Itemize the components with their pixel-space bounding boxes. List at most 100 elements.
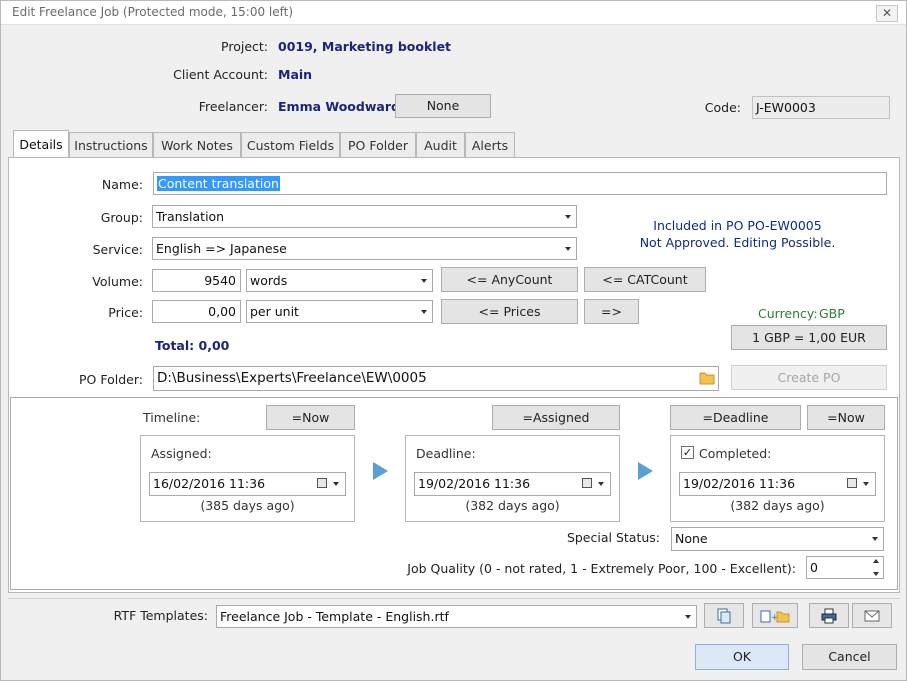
- job-quality-label: Job Quality (0 - not rated, 1 - Extremel…: [407, 561, 796, 576]
- add-folder-button[interactable]: +: [752, 603, 798, 628]
- create-po-button[interactable]: Create PO: [731, 365, 887, 390]
- set-completed-deadline-button[interactable]: =Deadline: [670, 405, 801, 430]
- close-icon: ✕: [881, 6, 893, 20]
- volume-unit-value: words: [250, 273, 288, 288]
- freelancer-label: Freelancer:: [198, 99, 268, 114]
- footer-divider: [8, 598, 900, 599]
- completed-box: ✓ Completed: 19/02/2016 11:36 (382 days …: [670, 435, 885, 522]
- arrow-right-icon: [373, 462, 388, 480]
- rtf-template-select[interactable]: Freelance Job - Template - English.rtf: [216, 605, 697, 628]
- apply-price-arrow-button[interactable]: =>: [584, 299, 639, 324]
- volume-label: Volume:: [92, 274, 143, 289]
- completed-date-value: 19/02/2016 11:36: [683, 476, 796, 491]
- chevron-down-icon: [565, 246, 571, 251]
- deadline-date-field[interactable]: 19/02/2016 11:36: [414, 472, 611, 496]
- special-status-label: Special Status:: [566, 530, 660, 545]
- special-status-value: None: [675, 531, 708, 546]
- chevron-down-icon: [421, 309, 427, 314]
- spin-up-icon[interactable]: [873, 559, 879, 563]
- add-folder-icon: +: [760, 610, 790, 623]
- service-label: Service:: [92, 242, 143, 257]
- name-field[interactable]: Content translation: [153, 172, 887, 195]
- price-field[interactable]: 0,00: [152, 300, 241, 323]
- tab-details[interactable]: Details: [13, 130, 69, 157]
- deadline-box: Deadline: 19/02/2016 11:36 (382 days ago…: [405, 435, 620, 522]
- group-select[interactable]: Translation: [152, 205, 577, 228]
- po-folder-value: D:\Business\Experts\Freelance\EW\0005: [157, 370, 427, 386]
- total-value: Total: 0,00: [155, 338, 230, 353]
- price-unit-value: per unit: [250, 304, 299, 319]
- job-quality-spinner[interactable]: 0: [806, 556, 884, 579]
- currency-value: GBP: [819, 306, 845, 321]
- calendar-icon[interactable]: [317, 478, 327, 488]
- special-status-select[interactable]: None: [671, 527, 884, 551]
- project-value: 0019, Marketing booklet: [278, 39, 452, 54]
- printer-icon: [821, 608, 837, 624]
- spin-down-icon[interactable]: [873, 572, 879, 576]
- project-label: Project:: [221, 39, 268, 54]
- chevron-down-icon: [421, 278, 427, 283]
- title-bar: Edit Freelance Job (Protected mode, 15:0…: [1, 1, 906, 25]
- assigned-now-button[interactable]: =Now: [266, 405, 355, 430]
- deadline-date-value: 19/02/2016 11:36: [418, 476, 531, 491]
- po-info-line1: Included in PO PO-EW0005: [653, 218, 822, 233]
- print-button[interactable]: [809, 603, 849, 628]
- po-info-line2: Not Approved. Editing Possible.: [639, 235, 836, 250]
- assigned-date-value: 16/02/2016 11:36: [153, 476, 266, 491]
- tab-alerts[interactable]: Alerts: [465, 132, 515, 158]
- email-button[interactable]: [852, 603, 892, 628]
- po-folder-field[interactable]: D:\Business\Experts\Freelance\EW\0005: [153, 366, 719, 391]
- arrow-right-icon: [638, 462, 653, 480]
- po-folder-label: PO Folder:: [79, 372, 143, 387]
- calendar-icon[interactable]: [582, 478, 592, 488]
- ok-button[interactable]: OK: [695, 644, 789, 670]
- tab-work-notes[interactable]: Work Notes: [153, 132, 241, 158]
- copy-document-icon: [717, 608, 731, 624]
- assigned-date-field[interactable]: 16/02/2016 11:36: [149, 472, 346, 496]
- chevron-down-icon: [872, 537, 878, 541]
- job-quality-value: 0: [810, 560, 818, 575]
- completed-checkbox[interactable]: ✓: [681, 446, 694, 459]
- code-label: Code:: [704, 100, 741, 115]
- deadline-ago: (382 days ago): [465, 498, 560, 513]
- code-field[interactable]: J-EW0003: [752, 96, 890, 119]
- prices-button[interactable]: <= Prices: [441, 299, 578, 324]
- chevron-down-icon: [863, 482, 869, 486]
- freelancer-value: Emma Woodward: [278, 99, 400, 114]
- group-value: Translation: [156, 209, 225, 224]
- window-title: Edit Freelance Job (Protected mode, 15:0…: [12, 5, 294, 19]
- service-select[interactable]: English => Japanese: [152, 237, 577, 260]
- tab-instructions[interactable]: Instructions: [69, 132, 153, 158]
- catcount-button[interactable]: <= CATCount: [584, 267, 706, 292]
- close-button[interactable]: ✕: [876, 5, 898, 22]
- anycount-button[interactable]: <= AnyCount: [441, 267, 578, 292]
- copy-document-button[interactable]: [704, 603, 744, 628]
- volume-unit-select[interactable]: words: [246, 269, 433, 292]
- currency-label: Currency:: [758, 306, 818, 321]
- tab-audit[interactable]: Audit: [416, 132, 465, 158]
- timeline-label: Timeline:: [143, 410, 201, 425]
- volume-field[interactable]: 9540: [152, 269, 241, 292]
- client-account-label: Client Account:: [173, 67, 268, 82]
- none-button[interactable]: None: [395, 94, 491, 118]
- assigned-label: Assigned:: [151, 446, 212, 461]
- folder-icon[interactable]: [699, 371, 715, 385]
- completed-now-button[interactable]: =Now: [807, 405, 885, 430]
- chevron-down-icon: [685, 614, 691, 619]
- completed-label: Completed:: [699, 446, 772, 461]
- completed-date-field[interactable]: 19/02/2016 11:36: [679, 472, 876, 496]
- tab-custom-fields[interactable]: Custom Fields: [241, 132, 340, 158]
- price-label: Price:: [108, 305, 143, 320]
- edit-freelance-job-window: Edit Freelance Job (Protected mode, 15:0…: [0, 0, 907, 681]
- tab-po-folder[interactable]: PO Folder: [340, 132, 416, 158]
- cancel-button[interactable]: Cancel: [802, 644, 897, 670]
- chevron-down-icon: [565, 214, 571, 219]
- name-label: Name:: [101, 177, 143, 192]
- price-unit-select[interactable]: per unit: [246, 300, 433, 323]
- chevron-down-icon: [333, 482, 339, 486]
- exchange-rate-button[interactable]: 1 GBP = 1,00 EUR: [731, 325, 887, 350]
- deadline-label: Deadline:: [416, 446, 476, 461]
- calendar-icon[interactable]: [847, 478, 857, 488]
- email-icon: [864, 610, 880, 622]
- set-deadline-assigned-button[interactable]: =Assigned: [492, 405, 620, 430]
